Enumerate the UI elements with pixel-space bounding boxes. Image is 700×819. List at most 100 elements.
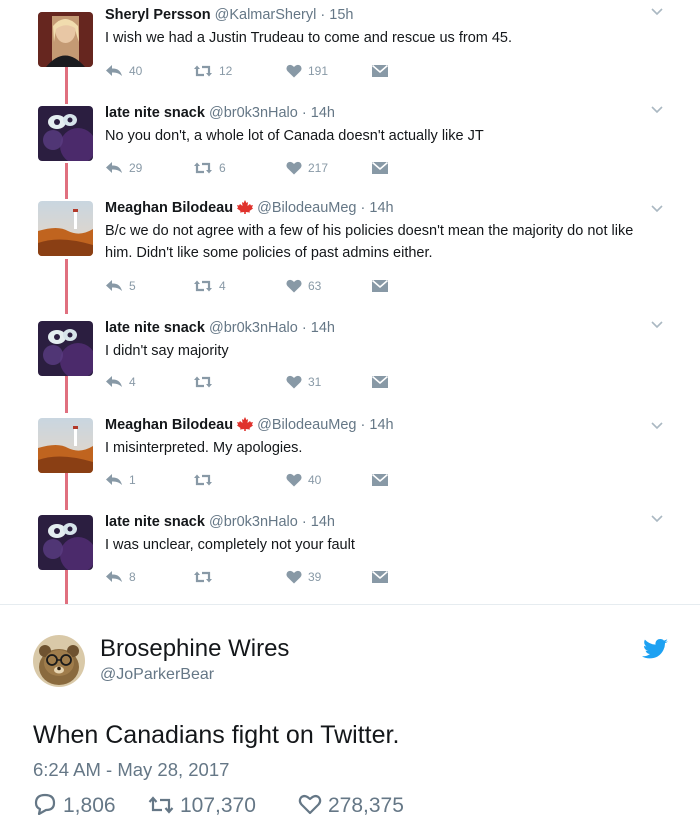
reply-icon [106, 64, 122, 76]
display-name[interactable]: late nite snack [105, 514, 205, 530]
chevron-down-icon[interactable] [650, 512, 664, 526]
heart-icon [286, 279, 302, 293]
tweet-text: B/c we do not agree with a few of his po… [105, 223, 634, 261]
separator: · [360, 200, 366, 216]
bear-with-glasses-avatar[interactable] [33, 635, 85, 687]
reply-button[interactable]: 8 [105, 569, 136, 587]
display-name[interactable]: late nite snack [105, 320, 205, 336]
retweet-button[interactable] [193, 472, 219, 490]
tweet-header: Sheryl Persson @KalmarSheryl · 15h [105, 6, 353, 24]
like-button[interactable]: 40 [286, 472, 321, 490]
retweet-button[interactable]: 4 [193, 278, 226, 296]
tweet-text: I was unclear, completely not your fault [105, 537, 355, 553]
retweet-button[interactable] [193, 569, 219, 587]
author-name[interactable]: Brosephine Wires [100, 634, 289, 664]
message-button[interactable] [371, 63, 389, 81]
tweet-text: I wish we had a Justin Trudeau to come a… [105, 30, 513, 46]
like-count: 217 [308, 160, 329, 175]
user-handle[interactable]: @br0k3nHalo [209, 514, 298, 530]
chevron-down-icon[interactable] [650, 5, 664, 19]
blurry-purple-avatar[interactable] [38, 106, 93, 161]
like-count: 31 [308, 374, 322, 389]
timestamp[interactable]: 14h [369, 417, 393, 433]
like-button[interactable]: 217 [286, 160, 328, 178]
landscape-avatar[interactable] [38, 418, 93, 473]
reply-count: 40 [129, 63, 143, 78]
message-button[interactable] [371, 569, 389, 587]
reply-button[interactable]: 29 [105, 160, 142, 178]
retweet-button[interactable] [193, 374, 219, 392]
display-name[interactable]: Sheryl Persson [105, 7, 211, 23]
reply-count: 29 [129, 160, 143, 175]
tweet-timestamp[interactable]: 6:24 AM - May 28, 2017 [33, 758, 229, 782]
retweet-button[interactable]: 107,370 [148, 793, 256, 819]
separator: · [301, 320, 307, 336]
user-handle[interactable]: @BilodeauMeg [257, 417, 356, 433]
chevron-down-icon[interactable] [650, 419, 664, 433]
like-button[interactable]: 191 [286, 63, 328, 81]
blurry-purple-avatar[interactable] [38, 321, 93, 376]
reply-tweet: Meaghan Bilodeau @BilodeauMeg · 14h I mis… [0, 416, 700, 506]
timestamp[interactable]: 15h [329, 7, 353, 23]
separator: · [320, 7, 326, 23]
reply-count: 8 [129, 569, 136, 584]
display-name[interactable]: Meaghan Bilodeau [105, 200, 233, 216]
user-handle[interactable]: @br0k3nHalo [209, 320, 298, 336]
separator: · [301, 514, 307, 530]
message-button[interactable] [371, 472, 389, 490]
twitter-bird-icon[interactable] [641, 638, 669, 662]
tweet-header: late nite snack @br0k3nHalo · 14h [105, 513, 335, 531]
timestamp[interactable]: 14h [369, 200, 393, 216]
like-button[interactable]: 39 [286, 569, 321, 587]
retweet-count: 107,370 [180, 794, 256, 817]
separator: · [301, 105, 307, 121]
reply-icon [106, 161, 122, 173]
timestamp[interactable]: 14h [311, 514, 335, 530]
reply-icon [106, 279, 122, 291]
envelope-icon [371, 473, 389, 486]
reply-icon [106, 570, 122, 582]
display-name[interactable]: Meaghan Bilodeau [105, 417, 233, 433]
envelope-icon [371, 570, 389, 583]
retweet-button[interactable]: 12 [193, 63, 232, 81]
message-button[interactable] [371, 278, 389, 296]
message-button[interactable] [371, 160, 389, 178]
retweet-icon [194, 162, 212, 174]
tweet-text: I misinterpreted. My apologies. [105, 440, 303, 456]
timestamp[interactable]: 14h [311, 320, 335, 336]
retweet-button[interactable]: 6 [193, 160, 226, 178]
retweet-icon [194, 65, 212, 77]
timestamp[interactable]: 14h [311, 105, 335, 121]
like-count: 191 [308, 63, 329, 78]
chevron-down-icon[interactable] [650, 318, 664, 332]
reply-tweet: late nite snack @br0k3nHalo · 14h I was … [0, 513, 700, 603]
user-handle[interactable]: @BilodeauMeg [257, 200, 356, 216]
like-button[interactable]: 278,375 [298, 793, 404, 819]
like-button[interactable]: 31 [286, 374, 321, 392]
reply-thread: Sheryl Persson @KalmarSheryl · 15h I wis… [0, 0, 700, 604]
reply-button[interactable]: 1 [105, 472, 136, 490]
chevron-down-icon[interactable] [650, 103, 664, 117]
retweet-count: 6 [219, 160, 226, 175]
user-handle[interactable]: @br0k3nHalo [209, 105, 298, 121]
chevron-down-icon[interactable] [650, 202, 664, 216]
message-button[interactable] [371, 374, 389, 392]
display-name[interactable]: late nite snack [105, 105, 205, 121]
reply-button[interactable]: 4 [105, 374, 136, 392]
reply-button[interactable]: 40 [105, 63, 142, 81]
like-count: 278,375 [328, 794, 404, 817]
like-button[interactable]: 63 [286, 278, 321, 296]
landscape-avatar[interactable] [38, 201, 93, 256]
author-handle[interactable]: @JoParkerBear [100, 665, 214, 685]
user-handle[interactable]: @KalmarSheryl [215, 7, 317, 23]
tweet-text: When Canadians fight on Twitter. [33, 721, 400, 749]
blurry-purple-avatar[interactable] [38, 515, 93, 570]
reply-tweet: late nite snack @br0k3nHalo · 14h I didn… [0, 319, 700, 409]
retweet-icon [194, 474, 212, 486]
reply-button[interactable]: 5 [105, 278, 136, 296]
heart-icon [286, 570, 302, 584]
like-count: 39 [308, 569, 322, 584]
heart-icon [286, 375, 302, 389]
portrait-avatar[interactable] [38, 12, 93, 67]
reply-button[interactable]: 1,806 [33, 793, 116, 819]
